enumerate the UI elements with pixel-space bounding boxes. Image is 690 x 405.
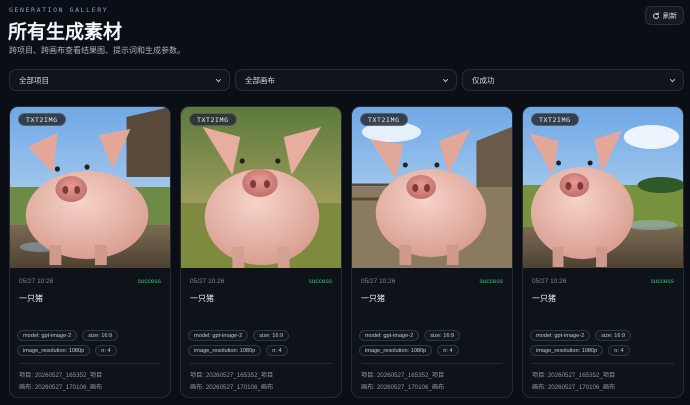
param-chip-model: model: gpt-image-2 <box>188 330 249 341</box>
card-project: 项目: 20260527_165352_项目 <box>532 372 616 379</box>
refresh-label: 刷新 <box>663 11 677 20</box>
card-project: 项目: 20260527_165352_项目 <box>19 372 103 379</box>
result-image[interactable]: TXT2IMG <box>181 107 341 268</box>
refresh-button[interactable]: 刷新 <box>645 6 684 25</box>
param-chip-n: n: 4 <box>266 345 288 356</box>
card-project: 项目: 20260527_165352_项目 <box>361 372 445 379</box>
gallery-eyebrow: GENERATION GALLERY <box>9 6 109 14</box>
mode-badge: TXT2IMG <box>360 113 408 126</box>
card-date: 05/27 10:26 <box>19 278 54 285</box>
project-filter-select[interactable]: 全部项目 <box>9 69 230 91</box>
status-filter-select[interactable]: 仅成功 <box>462 69 684 91</box>
param-chip-n: n: 4 <box>437 345 459 356</box>
param-chip-model: model: gpt-image-2 <box>359 330 420 341</box>
status-filter-value: 仅成功 <box>472 75 495 85</box>
card-prompt: 一只猪 <box>19 294 43 303</box>
param-chip-size: size: 16:9 <box>595 330 632 341</box>
gallery-card[interactable]: TXT2IMG 05/27 10:26 success 一只猪 model: g… <box>180 106 342 398</box>
card-date: 05/27 10:26 <box>532 278 567 285</box>
param-chip-size: size: 16:9 <box>424 330 461 341</box>
chevron-down-icon <box>669 78 676 82</box>
card-divider <box>361 363 503 364</box>
card-canvas: 画布: 20260527_170106_画布 <box>19 384 103 391</box>
project-filter-value: 全部项目 <box>19 75 49 85</box>
result-image[interactable]: TXT2IMG <box>10 107 170 268</box>
page-title: 所有生成素材 <box>8 21 123 43</box>
refresh-icon <box>653 11 659 19</box>
card-canvas: 画布: 20260527_170106_画布 <box>532 384 616 391</box>
status-badge: success <box>137 278 161 285</box>
chevron-down-icon <box>442 78 449 82</box>
param-chip-model: model: gpt-image-2 <box>17 330 78 341</box>
card-canvas: 画布: 20260527_170106_画布 <box>190 384 274 391</box>
param-chip-resolution: image_resolution: 1080p <box>359 345 433 356</box>
gallery-card[interactable]: TXT2IMG 05/27 10:26 success 一只猪 model: g… <box>522 106 684 398</box>
mode-badge: TXT2IMG <box>531 113 579 126</box>
page-subtitle: 跨项目、跨画布查看结果图、提示词和生成参数。 <box>9 46 185 55</box>
param-chip-size: size: 16:9 <box>253 330 290 341</box>
canvas-filter-value: 全部画布 <box>245 75 275 85</box>
card-date: 05/27 10:26 <box>190 278 225 285</box>
canvas-filter-select[interactable]: 全部画布 <box>235 69 457 91</box>
card-prompt: 一只猪 <box>532 294 556 303</box>
card-canvas: 画布: 20260527_170106_画布 <box>361 384 445 391</box>
param-chip-n: n: 4 <box>608 345 630 356</box>
result-image[interactable]: TXT2IMG <box>523 107 683 268</box>
chevron-down-icon <box>215 78 222 82</box>
param-chip-model: model: gpt-image-2 <box>530 330 591 341</box>
card-divider <box>532 363 674 364</box>
param-chip-n: n: 4 <box>95 345 117 356</box>
card-divider <box>190 363 332 364</box>
param-chip-resolution: image_resolution: 1080p <box>17 345 91 356</box>
card-prompt: 一只猪 <box>190 294 214 303</box>
result-image[interactable]: TXT2IMG <box>352 107 512 268</box>
mode-badge: TXT2IMG <box>189 113 237 126</box>
gallery-card[interactable]: TXT2IMG 05/27 10:26 success 一只猪 model: g… <box>9 106 171 398</box>
param-chip-resolution: image_resolution: 1080p <box>530 345 604 356</box>
status-badge: success <box>650 278 674 285</box>
card-date: 05/27 10:26 <box>361 278 396 285</box>
mode-badge: TXT2IMG <box>18 113 66 126</box>
param-chip-size: size: 16:9 <box>82 330 119 341</box>
card-project: 项目: 20260527_165352_项目 <box>190 372 274 379</box>
status-badge: success <box>308 278 332 285</box>
param-chip-resolution: image_resolution: 1080p <box>188 345 262 356</box>
card-divider <box>19 363 161 364</box>
card-prompt: 一只猪 <box>361 294 385 303</box>
gallery-card[interactable]: TXT2IMG 05/27 10:26 success 一只猪 model: g… <box>351 106 513 398</box>
status-badge: success <box>479 278 503 285</box>
